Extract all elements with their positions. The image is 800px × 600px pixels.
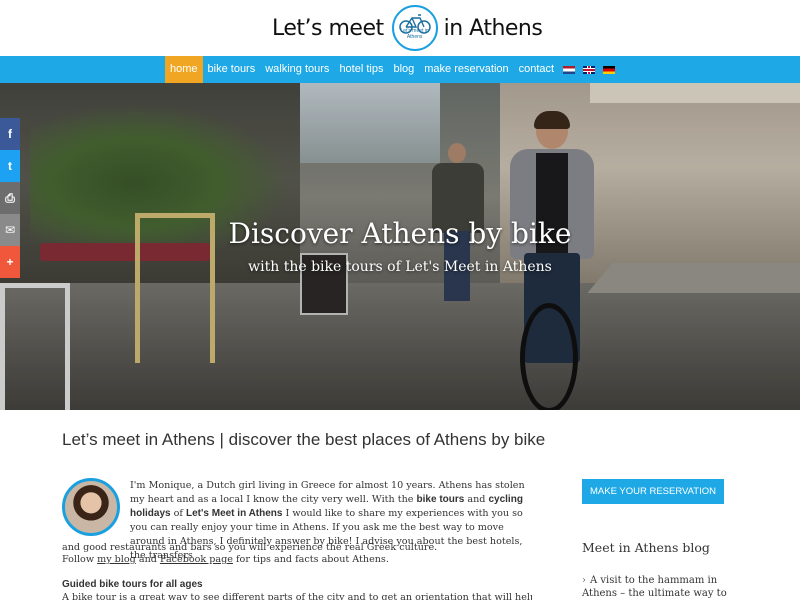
chevron-right-icon: › <box>582 575 586 586</box>
main-nav: home bike tours walking tours hotel tips… <box>165 56 619 83</box>
author-avatar <box>62 478 120 536</box>
follow-text: Follow <box>62 554 98 565</box>
flag-de-icon[interactable] <box>603 65 616 74</box>
intro-text: and <box>464 494 489 505</box>
logo-bike-badge: Let's meet in Athens <box>391 5 438 51</box>
plus-icon[interactable]: + <box>0 246 20 278</box>
page-title: Let’s meet in Athens | discover the best… <box>62 430 546 449</box>
hero-banner: Discover Athens by bike with the bike to… <box>0 83 800 410</box>
nav-item-home[interactable]: home <box>165 56 203 83</box>
flag-uk-icon[interactable] <box>583 65 596 74</box>
nav-item-hotel-tips[interactable]: hotel tips <box>334 56 388 83</box>
site-header: Let’s meet Let's meet in Athens in Athen… <box>0 0 800 56</box>
nav-item-bike-tours[interactable]: bike tours <box>203 56 261 83</box>
nav-item-make-reservation[interactable]: make reservation <box>419 56 513 83</box>
section-heading: Guided bike tours for all ages <box>62 579 203 590</box>
flag-nl-icon[interactable] <box>563 65 576 74</box>
logo-badge-text: Let's meet in Athens <box>400 28 429 40</box>
hero-title: Discover Athens by bike <box>228 217 572 250</box>
nav-item-blog[interactable]: blog <box>388 56 419 83</box>
blog-post-link[interactable]: › A visit to the hammam in Athens – the u… <box>582 574 742 600</box>
make-reservation-button[interactable]: MAKE YOUR RESERVATION <box>582 479 724 504</box>
print-icon[interactable]: ⎙ <box>0 182 20 214</box>
intro-bold-text: bike tours <box>416 494 465 505</box>
logo-text-right: in Athens <box>443 15 543 41</box>
nav-item-walking-tours[interactable]: walking tours <box>260 56 334 83</box>
section-body: A bike tour is a great way to see differ… <box>62 592 532 600</box>
site-logo[interactable]: Let’s meet Let's meet in Athens in Athen… <box>272 5 543 51</box>
facebook-page-link[interactable]: Facebook page <box>160 554 233 565</box>
facebook-icon[interactable]: f <box>0 118 20 150</box>
blog-widget-title: Meet in Athens blog <box>582 540 710 555</box>
blog-post-title: A visit to the hammam in Athens – the ul… <box>582 575 727 599</box>
logo-text-left: Let’s meet <box>272 15 384 41</box>
my-blog-link[interactable]: my blog <box>97 554 136 565</box>
nav-item-contact[interactable]: contact <box>514 56 559 83</box>
follow-text: and <box>135 554 160 565</box>
intro-text: of <box>170 508 187 519</box>
main-navbar: home bike tours walking tours hotel tips… <box>0 56 800 83</box>
twitter-icon[interactable]: t <box>0 150 20 182</box>
hero-subtitle: with the bike tours of Let's Meet in Ath… <box>248 259 552 275</box>
follow-text: for tips and facts about Athens. <box>232 554 389 565</box>
follow-line: Follow my blog and Facebook page for tip… <box>62 553 532 567</box>
intro-bold-text: Let's Meet in Athens <box>186 508 283 519</box>
social-share-bar: f t ⎙ ✉ + <box>0 118 20 278</box>
email-icon[interactable]: ✉ <box>0 214 20 246</box>
